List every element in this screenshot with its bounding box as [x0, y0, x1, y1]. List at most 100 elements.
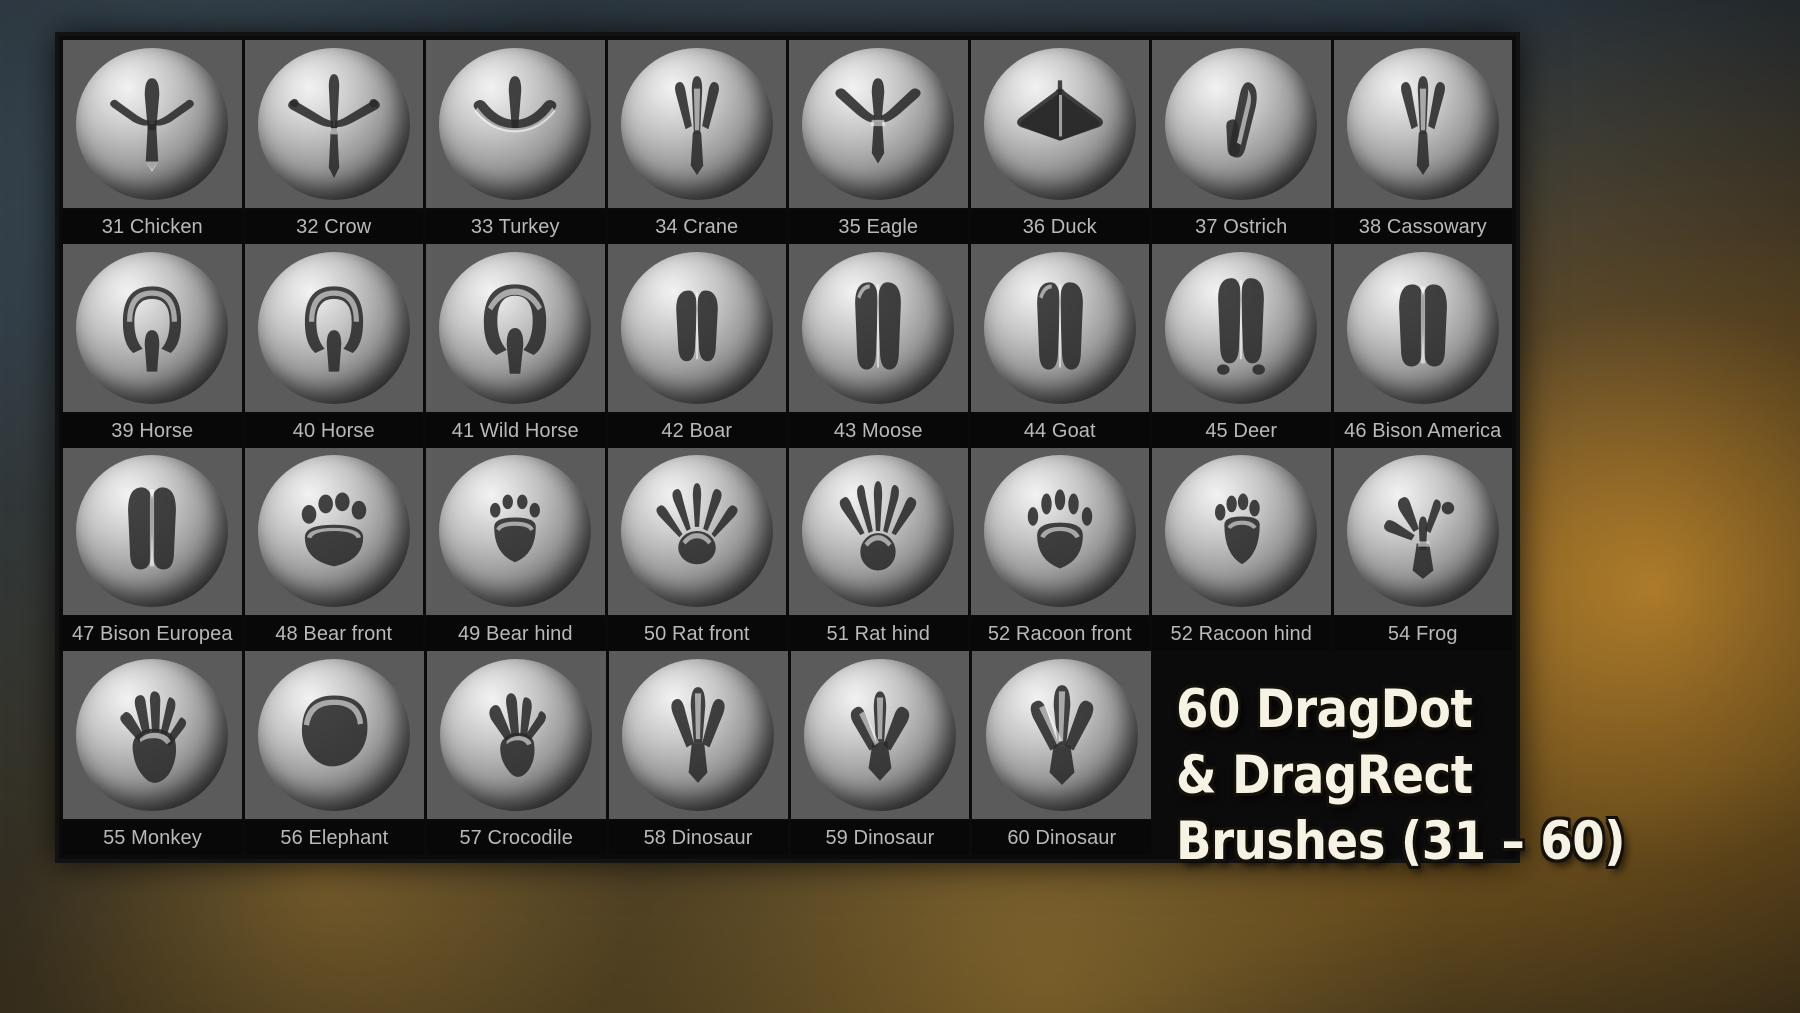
- brush-thumbnail[interactable]: [426, 243, 605, 414]
- brush-cell[interactable]: 40 Horse: [244, 243, 426, 448]
- ostrich-footprint-icon: [1165, 47, 1318, 200]
- bison-hoof-icon: [1346, 251, 1499, 404]
- frog-footprint-icon: [1346, 455, 1499, 608]
- brush-caption: 32 Crow: [244, 209, 423, 244]
- brush-thumbnail[interactable]: [970, 243, 1149, 414]
- brush-cell[interactable]: 47 Bison Europea: [63, 447, 245, 652]
- brush-caption: 52 Racoon hind: [1152, 617, 1331, 652]
- brush-grid-row: 39 Horse 40 Horse 41 Wild Horse 42 Boar 43 M…: [63, 243, 1512, 448]
- brush-thumbnail[interactable]: [1152, 40, 1331, 210]
- eagle-footprint-icon: [802, 47, 955, 200]
- brush-thumbnail[interactable]: [426, 447, 605, 618]
- brush-caption: 33 Turkey: [426, 209, 605, 244]
- brush-cell[interactable]: 57 Crocodile: [426, 651, 609, 855]
- brush-caption: 46 Bison America: [1333, 413, 1512, 448]
- brush-cell[interactable]: 38 Cassowary: [1333, 40, 1512, 244]
- brush-thumbnail[interactable]: [607, 40, 786, 210]
- brush-cell[interactable]: 44 Goat: [970, 243, 1152, 448]
- brush-caption: 34 Crane: [607, 209, 786, 244]
- brush-thumbnail[interactable]: [607, 243, 786, 414]
- brush-thumbnail[interactable]: [244, 40, 423, 210]
- brush-cell[interactable]: 56 Elephant: [244, 651, 427, 855]
- brush-thumbnail[interactable]: [63, 447, 242, 618]
- brush-cell[interactable]: 34 Crane: [607, 40, 789, 244]
- brush-thumbnail[interactable]: [426, 651, 606, 821]
- brush-cell[interactable]: 55 Monkey: [63, 651, 245, 855]
- brush-thumbnail[interactable]: [63, 40, 242, 210]
- brush-cell[interactable]: 35 Eagle: [789, 40, 971, 244]
- horse-hoof-icon: [76, 251, 229, 404]
- brush-cell[interactable]: 54 Frog: [1333, 447, 1512, 652]
- brush-cell[interactable]: 49 Bear hind: [426, 447, 608, 652]
- brush-caption: 58 Dinosaur: [608, 821, 788, 855]
- brush-thumbnail[interactable]: [1333, 447, 1512, 618]
- brush-thumbnail[interactable]: [1152, 447, 1331, 618]
- brush-cell[interactable]: 58 Dinosaur: [608, 651, 791, 855]
- brush-thumbnail[interactable]: [608, 651, 788, 821]
- brush-cell[interactable]: 32 Crow: [244, 40, 426, 244]
- brush-caption: 35 Eagle: [789, 209, 968, 244]
- brush-cell[interactable]: 52 Racoon front: [970, 447, 1152, 652]
- brush-cell[interactable]: 39 Horse: [63, 243, 245, 448]
- brush-thumbnail[interactable]: [426, 40, 605, 210]
- brush-cell[interactable]: 33 Turkey: [426, 40, 608, 244]
- brush-caption: 60 Dinosaur: [972, 821, 1152, 855]
- brush-cell[interactable]: 41 Wild Horse: [426, 243, 608, 448]
- brush-cell[interactable]: 51 Rat hind: [789, 447, 971, 652]
- brush-thumbnail[interactable]: [970, 447, 1149, 618]
- brush-cell[interactable]: 52 Racoon hind: [1152, 447, 1334, 652]
- brush-thumbnail[interactable]: [244, 243, 423, 414]
- brush-thumbnail[interactable]: [789, 243, 968, 414]
- brush-thumbnail[interactable]: [972, 651, 1152, 821]
- brush-thumbnail[interactable]: [63, 651, 242, 821]
- brush-grid-row: 55 Monkey 56 Elephant 57 Crocodile 58 Dinos…: [63, 651, 1512, 855]
- brush-caption: 36 Duck: [970, 209, 1149, 244]
- brush-thumbnail[interactable]: [244, 447, 423, 618]
- brush-caption: 40 Horse: [244, 413, 423, 448]
- brush-caption: 44 Goat: [970, 413, 1149, 448]
- brush-thumbnail[interactable]: [607, 447, 786, 618]
- crow-footprint-icon: [257, 47, 410, 200]
- brush-thumbnail[interactable]: [1152, 243, 1331, 414]
- brush-caption: 45 Deer: [1152, 413, 1331, 448]
- brush-caption: 54 Frog: [1333, 617, 1512, 652]
- brush-thumbnail[interactable]: [789, 40, 968, 210]
- brush-caption: 49 Bear hind: [426, 617, 605, 652]
- rat-hind-paw-icon: [802, 455, 955, 608]
- brush-cell[interactable]: 31 Chicken: [63, 40, 245, 244]
- rat-front-paw-icon: [620, 455, 773, 608]
- brush-grid-row: 31 Chicken 32 Crow 33 Turkey 34 Crane 35 Eag…: [63, 40, 1512, 244]
- brush-thumbnail[interactable]: [790, 651, 970, 821]
- brush-thumbnail[interactable]: [789, 447, 968, 618]
- brush-cell[interactable]: 60 Dinosaur: [972, 651, 1155, 855]
- brush-thumbnail[interactable]: [1333, 243, 1512, 414]
- brush-cell[interactable]: 43 Moose: [789, 243, 971, 448]
- brush-cell[interactable]: 48 Bear front: [244, 447, 426, 652]
- brush-cell[interactable]: 50 Rat front: [607, 447, 789, 652]
- brush-caption: 59 Dinosaur: [790, 821, 970, 855]
- racoon-hind-paw-icon: [1165, 455, 1318, 608]
- brush-thumbnail[interactable]: [63, 243, 242, 414]
- brush-caption: 42 Boar: [607, 413, 786, 448]
- brush-cell[interactable]: 42 Boar: [607, 243, 789, 448]
- brush-cell[interactable]: 36 Duck: [970, 40, 1152, 244]
- brush-caption: 55 Monkey: [63, 821, 242, 855]
- goat-hoof-icon: [983, 251, 1136, 404]
- duck-footprint-icon: [983, 47, 1136, 200]
- bison-europe-hoof-icon: [76, 455, 229, 608]
- brush-caption: 41 Wild Horse: [426, 413, 605, 448]
- brush-cell[interactable]: 59 Dinosaur: [790, 651, 973, 855]
- horse-hoof-icon: [257, 251, 410, 404]
- brush-thumbnail[interactable]: [970, 40, 1149, 210]
- brush-cell[interactable]: 37 Ostrich: [1152, 40, 1334, 244]
- dinosaur-footprint-icon: [985, 659, 1138, 812]
- monkey-handprint-icon: [76, 659, 229, 812]
- brush-thumbnail-panel: 31 Chicken 32 Crow 33 Turkey 34 Crane 35 Eag…: [55, 32, 1520, 863]
- brush-caption: 56 Elephant: [244, 821, 424, 855]
- deer-hoof-icon: [1165, 251, 1318, 404]
- brush-cell[interactable]: 45 Deer: [1152, 243, 1334, 448]
- brush-thumbnail[interactable]: [244, 651, 424, 821]
- brush-cell[interactable]: 46 Bison America: [1333, 243, 1512, 448]
- brush-thumbnail[interactable]: [1333, 40, 1512, 210]
- brush-caption: 31 Chicken: [63, 209, 242, 244]
